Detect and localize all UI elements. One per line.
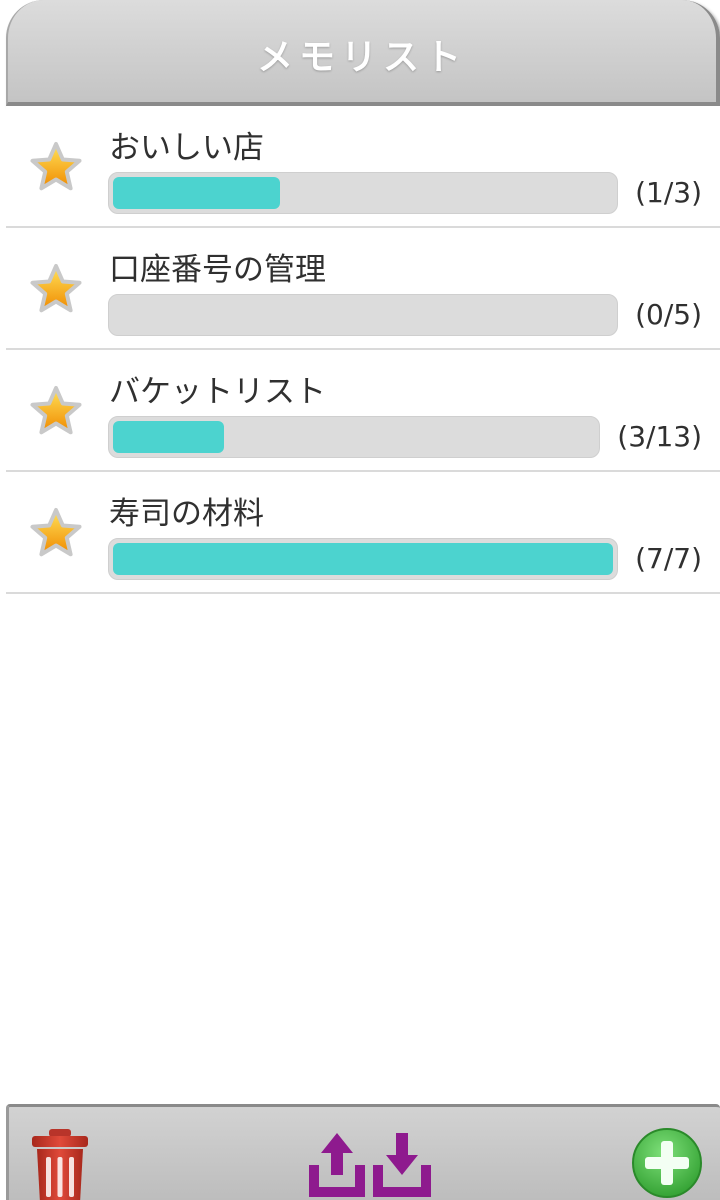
- add-memo-button[interactable]: [631, 1127, 703, 1199]
- list-item[interactable]: おいしい店 (1/3): [6, 106, 720, 228]
- plus-circle-icon: [632, 1128, 702, 1198]
- import-button[interactable]: [371, 1131, 433, 1200]
- progress-bar: [108, 294, 618, 336]
- page-title: メモリスト: [256, 37, 467, 78]
- progress-bar: [108, 172, 618, 214]
- progress-fill: [113, 421, 224, 453]
- progress-bar: [108, 416, 600, 458]
- star-icon[interactable]: [28, 506, 84, 562]
- delete-button[interactable]: [29, 1127, 91, 1200]
- memo-title: おいしい店: [109, 130, 264, 166]
- memo-title: 寿司の材料: [109, 496, 264, 532]
- star-icon[interactable]: [28, 384, 84, 440]
- progress-bar: [108, 538, 618, 580]
- progress-fill: [113, 177, 280, 209]
- trash-icon: [32, 1129, 88, 1200]
- import-download-icon: [373, 1133, 431, 1197]
- memo-list: おいしい店 (1/3) 口座番号の管理 (0/5) バケットリスト (3/13)…: [6, 106, 720, 594]
- progress-count: (0/5): [635, 298, 702, 331]
- list-item[interactable]: 口座番号の管理 (0/5): [6, 228, 720, 350]
- progress-count: (7/7): [635, 542, 702, 575]
- star-icon[interactable]: [28, 262, 84, 318]
- star-icon[interactable]: [28, 140, 84, 196]
- list-item[interactable]: 寿司の材料 (7/7): [6, 472, 720, 594]
- memo-title: バケットリスト: [109, 374, 326, 410]
- progress-count: (3/13): [617, 420, 702, 453]
- share-upload-icon: [309, 1133, 365, 1197]
- bottom-toolbar: [6, 1104, 720, 1200]
- memo-title: 口座番号の管理: [109, 252, 326, 288]
- app-header: メモリスト: [6, 0, 720, 106]
- progress-fill: [113, 543, 613, 575]
- progress-count: (1/3): [635, 176, 702, 209]
- export-button[interactable]: [307, 1131, 367, 1200]
- list-item[interactable]: バケットリスト (3/13): [6, 350, 720, 472]
